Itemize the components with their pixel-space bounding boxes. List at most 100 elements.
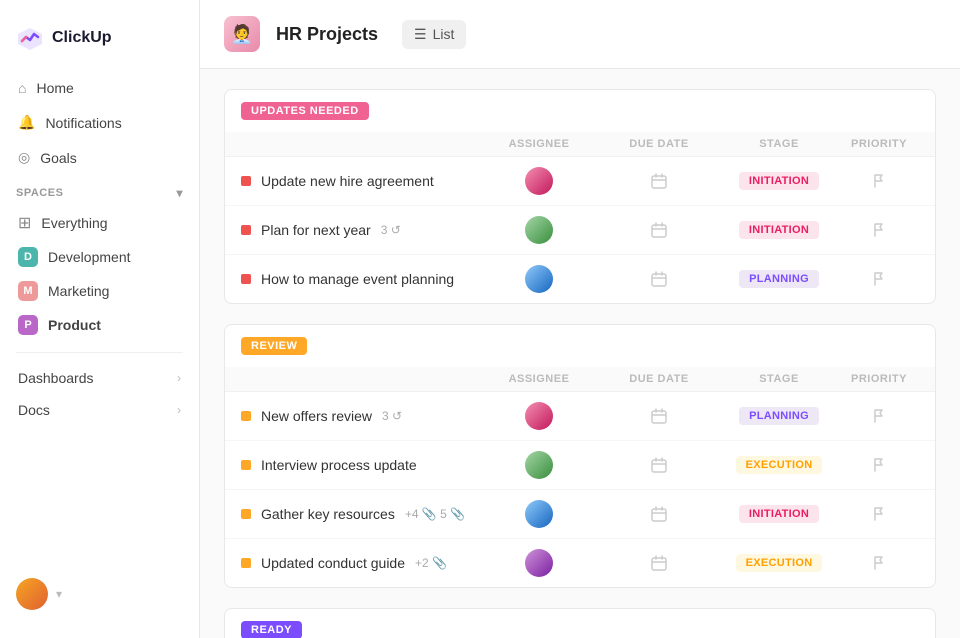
- col-header-assignee: ASSIGNEE: [479, 138, 599, 150]
- status-badge: INITIATION: [739, 221, 819, 239]
- section-review: REVIEWASSIGNEEDUE DATESTAGEPRIORITYNew o…: [224, 324, 936, 588]
- flag-icon: [872, 458, 886, 472]
- sidebar-item-home[interactable]: ⌂ Home: [8, 72, 191, 104]
- stage-cell: PLANNING: [719, 407, 839, 425]
- flag-icon: [872, 507, 886, 521]
- sidebar-item-docs[interactable]: Docs ›: [8, 395, 191, 425]
- table-row[interactable]: Updated conduct guide+2 📎 EXECUTION: [225, 539, 935, 587]
- table-row[interactable]: Plan for next year3 ↺ INITIATION: [225, 206, 935, 255]
- section-header: UPDATES NEEDED: [225, 90, 935, 132]
- flag-icon: [872, 556, 886, 570]
- logo[interactable]: ClickUp: [0, 16, 199, 72]
- list-view-tab[interactable]: ☰ List: [402, 20, 466, 49]
- sidebar-item-goals[interactable]: ◎ Goals: [8, 141, 191, 174]
- due-date-cell[interactable]: [599, 222, 719, 238]
- section-ready: READYASSIGNEEDUE DATESTAGEPRIORITYNew co…: [224, 608, 936, 638]
- priority-cell[interactable]: [839, 223, 919, 237]
- col-header-priority: PRIORITY: [839, 373, 919, 385]
- task-name-cell: Update new hire agreement: [241, 173, 479, 189]
- bell-icon: 🔔: [18, 114, 35, 131]
- sidebar-item-development[interactable]: D Development: [8, 240, 191, 274]
- list-icon: ☰: [414, 26, 427, 43]
- col-header-stage: STAGE: [719, 138, 839, 150]
- calendar-icon: [651, 506, 667, 522]
- avatar: [525, 549, 553, 577]
- assignee-cell: [479, 549, 599, 577]
- chevron-down-icon: ▾: [56, 587, 62, 601]
- clickup-logo-icon: [16, 24, 44, 52]
- stage-cell: EXECUTION: [719, 554, 839, 572]
- column-headers: ASSIGNEEDUE DATESTAGEPRIORITY: [225, 132, 935, 157]
- sidebar-item-everything[interactable]: ⊞ Everything: [8, 206, 191, 240]
- sidebar-item-dashboards[interactable]: Dashboards ›: [8, 363, 191, 393]
- col-header-due-date: DUE DATE: [599, 373, 719, 385]
- table-row[interactable]: Interview process updateEXECUTION: [225, 441, 935, 490]
- divider: [16, 352, 183, 353]
- col-header-due-date: DUE DATE: [599, 138, 719, 150]
- sidebar-item-product[interactable]: P Product: [8, 308, 191, 342]
- sidebar-item-notifications[interactable]: 🔔 Notifications: [8, 106, 191, 139]
- goals-icon: ◎: [18, 149, 30, 166]
- task-title: Interview process update: [261, 457, 417, 473]
- task-name-cell: Updated conduct guide+2 📎: [241, 555, 479, 571]
- task-name-cell: How to manage event planning: [241, 271, 479, 287]
- user-avatar-img: [16, 578, 48, 610]
- sidebar-item-label: Goals: [40, 150, 77, 166]
- due-date-cell[interactable]: [599, 506, 719, 522]
- due-date-cell[interactable]: [599, 173, 719, 189]
- table-row[interactable]: How to manage event planning PLANNING: [225, 255, 935, 303]
- table-row[interactable]: Gather key resources +4 📎 5 📎 INITIATION: [225, 490, 935, 539]
- sidebar: ClickUp ⌂ Home 🔔 Notifications ◎ Goals S…: [0, 0, 200, 638]
- column-headers: ASSIGNEEDUE DATESTAGEPRIORITY: [225, 367, 935, 392]
- avatar: [525, 167, 553, 195]
- section-badge: REVIEW: [241, 337, 307, 355]
- calendar-icon: [651, 555, 667, 571]
- sidebar-item-label: Home: [36, 80, 73, 96]
- stage-cell: INITIATION: [719, 172, 839, 190]
- user-profile[interactable]: ▾: [0, 566, 199, 622]
- table-row[interactable]: New offers review3 ↺PLANNING: [225, 392, 935, 441]
- priority-cell[interactable]: [839, 409, 919, 423]
- flag-icon: [872, 223, 886, 237]
- section-badge: READY: [241, 621, 302, 638]
- due-date-cell[interactable]: [599, 457, 719, 473]
- task-title: New offers review: [261, 408, 372, 424]
- sidebar-item-marketing[interactable]: M Marketing: [8, 274, 191, 308]
- calendar-icon: [651, 457, 667, 473]
- avatar: [525, 402, 553, 430]
- status-badge: EXECUTION: [736, 554, 823, 572]
- priority-cell[interactable]: [839, 556, 919, 570]
- avatar: [16, 578, 48, 610]
- task-status-dot: [241, 460, 251, 470]
- project-icon: 🧑‍💼: [224, 16, 260, 52]
- due-date-cell[interactable]: [599, 271, 719, 287]
- development-dot: D: [18, 247, 38, 267]
- stage-cell: INITIATION: [719, 505, 839, 523]
- flag-icon: [872, 174, 886, 188]
- priority-cell[interactable]: [839, 272, 919, 286]
- spaces-section-header: Spaces ▾: [0, 174, 199, 206]
- due-date-cell[interactable]: [599, 408, 719, 424]
- sidebar-spaces: ⊞ Everything D Development M Marketing P…: [0, 206, 199, 342]
- task-extra: +4 📎 5 📎: [405, 507, 465, 521]
- table-row[interactable]: Update new hire agreement INITIATION: [225, 157, 935, 206]
- avatar: [525, 500, 553, 528]
- home-icon: ⌂: [18, 80, 26, 96]
- assignee-cell: [479, 167, 599, 195]
- task-name-cell: Plan for next year3 ↺: [241, 222, 479, 238]
- task-extra: +2 📎: [415, 556, 447, 570]
- task-status-dot: [241, 225, 251, 235]
- task-extra: 3 ↺: [381, 223, 401, 237]
- task-status-dot: [241, 558, 251, 568]
- due-date-cell[interactable]: [599, 555, 719, 571]
- task-title: Gather key resources: [261, 506, 395, 522]
- status-badge: PLANNING: [739, 407, 819, 425]
- priority-cell[interactable]: [839, 458, 919, 472]
- priority-cell[interactable]: [839, 174, 919, 188]
- col-header-priority: PRIORITY: [839, 138, 919, 150]
- stage-cell: PLANNING: [719, 270, 839, 288]
- avatar: [525, 265, 553, 293]
- task-name-cell: Gather key resources +4 📎 5 📎: [241, 506, 479, 522]
- section-header: REVIEW: [225, 325, 935, 367]
- priority-cell[interactable]: [839, 507, 919, 521]
